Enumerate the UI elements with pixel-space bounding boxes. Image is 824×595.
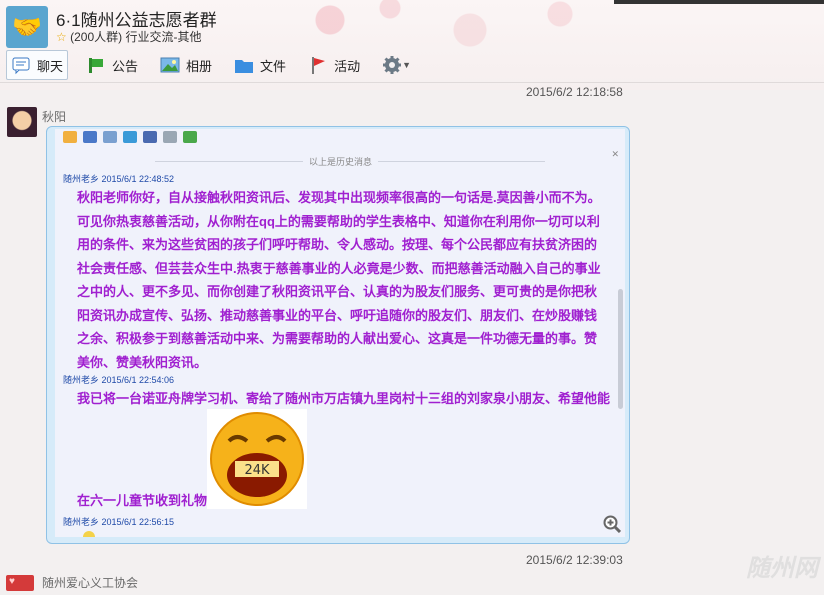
scrollbar[interactable] (618, 289, 623, 409)
sender-name[interactable]: 秋阳 (42, 108, 66, 125)
quoted-message: 在六一儿童节收到礼物 (77, 493, 208, 508)
chevron-down-icon: ▼ (402, 60, 411, 70)
window-icon (143, 131, 157, 143)
close-icon: ✕ (611, 149, 619, 159)
gear-icon (383, 56, 402, 74)
message-timestamp: 2015/6/2 12:39:03 (526, 553, 623, 567)
toolbar-divider (0, 82, 824, 83)
avatar[interactable] (6, 574, 34, 591)
tab-notice[interactable]: 公告 (82, 51, 142, 79)
message-bubble[interactable]: 以上是历史消息 ✕ 随州老乡 2015/6/1 22:48:52 秋阳老师你好，… (46, 126, 630, 544)
flag-icon (312, 57, 326, 74)
tab-notice-label: 公告 (112, 58, 139, 74)
attach-icon (163, 131, 177, 143)
tab-album-label: 相册 (186, 58, 213, 74)
sender-name[interactable]: 随州爱心义工协会 (42, 574, 138, 591)
star-icon: ☆ (56, 30, 67, 44)
smiley-icon (83, 531, 95, 537)
zoom-in-icon[interactable] (603, 515, 621, 533)
quoted-toolbar (63, 129, 197, 145)
folder-icon (235, 60, 254, 73)
arrow-icon (123, 131, 137, 143)
quoted-message: 秋阳老师你好，自从接触秋阳资讯后、发现其中出现频率很高的一句话是.莫因善小而不为… (77, 190, 601, 370)
history-label: 以上是历史消息 (303, 155, 379, 168)
photo-icon (160, 57, 180, 73)
quoted-meta: 随州老乡 2015/6/1 22:54:06 (63, 375, 175, 385)
tab-activity[interactable]: 活动 (304, 51, 364, 79)
user-icon (83, 131, 97, 143)
screenshot-image[interactable]: 以上是历史消息 ✕ 随州老乡 2015/6/1 22:48:52 秋阳老师你好，… (55, 129, 625, 537)
screen-icon (103, 131, 117, 143)
settings-menu[interactable]: ▼ (378, 51, 415, 79)
watermark-logo: 随州网 (746, 555, 818, 582)
tab-activity-label: 活动 (334, 58, 361, 74)
tab-album[interactable]: 相册 (156, 51, 216, 79)
quoted-meta: 随州老乡 2015/6/1 22:48:52 (63, 174, 175, 184)
tab-chat-label: 聊天 (37, 58, 64, 74)
apps-icon (183, 131, 197, 143)
tab-files[interactable]: 文件 (230, 51, 290, 79)
message-sender: 随州爱心义工协会 (6, 574, 138, 591)
quoted-meta: 随州老乡 2015/6/1 22:56:15 (63, 517, 175, 527)
message-timestamp: 2015/6/2 12:18:58 (526, 85, 623, 99)
tab-chat[interactable]: 聊天 (6, 50, 69, 80)
tab-files-label: 文件 (260, 58, 287, 74)
window-edge (614, 0, 824, 4)
avatar[interactable] (7, 107, 37, 137)
group-toolbar: 聊天 公告 相册 文件 活动 ▼ (6, 50, 429, 80)
chat-icon (12, 57, 30, 75)
megaphone-icon (89, 58, 104, 73)
group-avatar[interactable]: 🤝 (6, 6, 48, 48)
group-info: (200人群) 行业交流-其他 (70, 30, 202, 44)
smiley-text: 24K (244, 463, 270, 478)
emoji-icon (63, 131, 77, 143)
group-subtitle: ☆ (200人群) 行业交流-其他 (56, 28, 201, 45)
quoted-message: 我已将一台诺亚舟牌学习机、寄给了随州市万店镇九里岗村十三组的刘家泉小朋友、希望他… (77, 391, 611, 406)
handshake-icon: 🤝 (12, 13, 42, 41)
